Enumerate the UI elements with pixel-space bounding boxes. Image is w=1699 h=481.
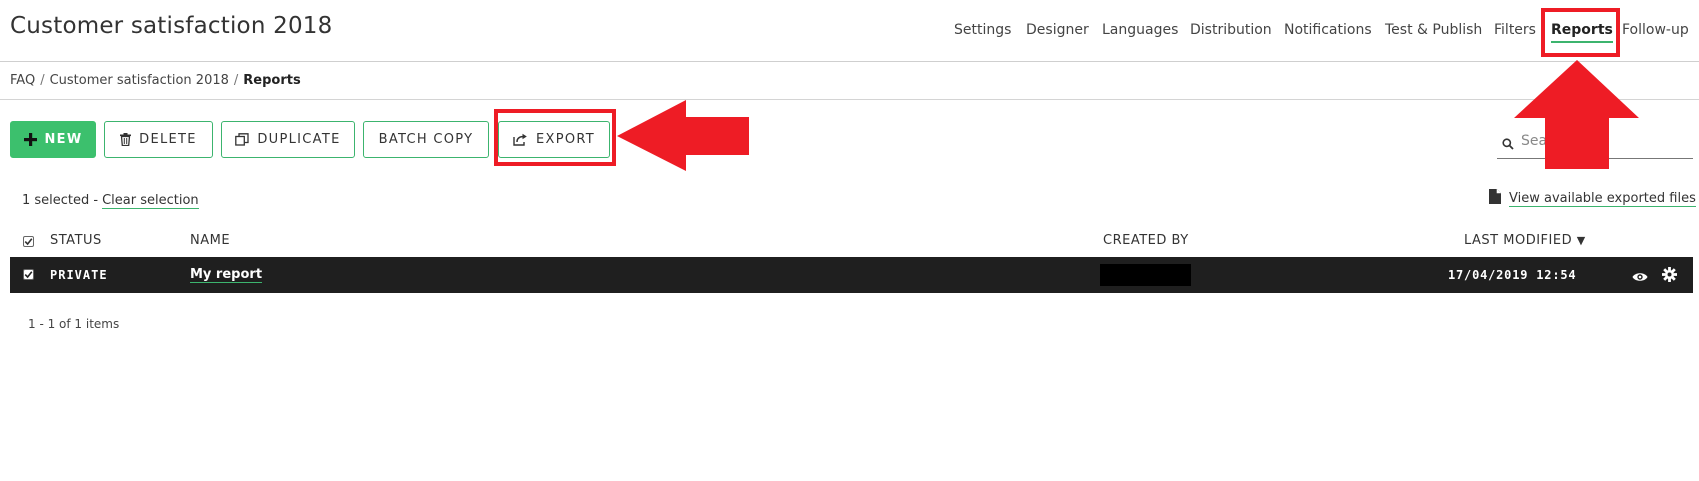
- trash-icon: [120, 133, 132, 146]
- column-header-name[interactable]: NAME: [190, 233, 230, 248]
- file-icon: [1489, 189, 1501, 208]
- clear-selection-link[interactable]: Clear selection: [102, 193, 199, 209]
- delete-button[interactable]: DELETE: [104, 121, 213, 158]
- tab-languages[interactable]: Languages: [1102, 22, 1178, 38]
- batch-copy-button[interactable]: BATCH COPY: [363, 121, 489, 158]
- left-arrow-annotation: [617, 100, 749, 171]
- sort-desc-icon: ▼: [1576, 234, 1586, 247]
- page-header: Customer satisfaction 2018 Settings Desi…: [0, 0, 1699, 62]
- eye-icon[interactable]: [1632, 268, 1648, 287]
- new-button-label: NEW: [44, 132, 83, 147]
- select-all-checkbox[interactable]: [23, 236, 34, 247]
- tab-test-publish[interactable]: Test & Publish: [1385, 22, 1482, 38]
- breadcrumb-item-faq[interactable]: FAQ: [10, 73, 35, 88]
- search-icon: [1502, 135, 1514, 154]
- tab-designer[interactable]: Designer: [1026, 22, 1089, 38]
- breadcrumb: FAQ / Customer satisfaction 2018/Reports: [10, 73, 301, 88]
- up-arrow-annotation: [1514, 60, 1639, 169]
- column-header-last-modified-label: LAST MODIFIED: [1464, 233, 1573, 248]
- export-button-highlight: [494, 109, 616, 166]
- batch-copy-button-label: BATCH COPY: [378, 132, 474, 147]
- reports-tab-highlight: [1541, 8, 1620, 57]
- row-last-modified: 17/04/2019 12:54: [1448, 268, 1577, 282]
- row-created-by-redacted: [1100, 264, 1191, 286]
- view-exported-files-link[interactable]: View available exported files: [1489, 189, 1696, 208]
- breadcrumb-divider: [0, 99, 1699, 100]
- gear-icon[interactable]: [1662, 267, 1677, 286]
- selection-info: 1 selected - Clear selection: [22, 193, 199, 209]
- tab-filters[interactable]: Filters: [1494, 22, 1536, 38]
- row-name-link[interactable]: My report: [190, 267, 263, 283]
- duplicate-button-label: DUPLICATE: [257, 132, 341, 147]
- tab-distribution[interactable]: Distribution: [1190, 22, 1272, 38]
- view-exported-files-label: View available exported files: [1509, 190, 1696, 207]
- row-status: PRIVATE: [50, 268, 108, 282]
- tab-notifications[interactable]: Notifications: [1284, 22, 1372, 38]
- pagination-summary: 1 - 1 of 1 items: [28, 317, 120, 331]
- column-header-status[interactable]: STATUS: [50, 233, 102, 248]
- new-button[interactable]: NEW: [10, 121, 96, 158]
- breadcrumb-item-survey[interactable]: Customer satisfaction 2018: [50, 73, 229, 88]
- selection-count: 1 selected -: [22, 193, 99, 208]
- tab-settings[interactable]: Settings: [954, 22, 1011, 38]
- breadcrumb-current: Reports: [243, 73, 301, 88]
- duplicate-button[interactable]: DUPLICATE: [221, 121, 355, 158]
- row-checkbox[interactable]: [23, 269, 34, 280]
- delete-button-label: DELETE: [139, 132, 197, 147]
- tab-follow-up[interactable]: Follow-up: [1622, 22, 1689, 38]
- table-row[interactable]: PRIVATE My report 17/04/2019 12:54: [10, 257, 1693, 293]
- top-nav: Settings Designer Languages Distribution…: [0, 22, 1699, 43]
- copy-icon: [235, 133, 250, 146]
- plus-icon: [23, 133, 37, 146]
- column-header-created-by[interactable]: CREATED BY: [1103, 233, 1189, 248]
- column-header-last-modified[interactable]: LAST MODIFIED ▼: [1464, 233, 1586, 248]
